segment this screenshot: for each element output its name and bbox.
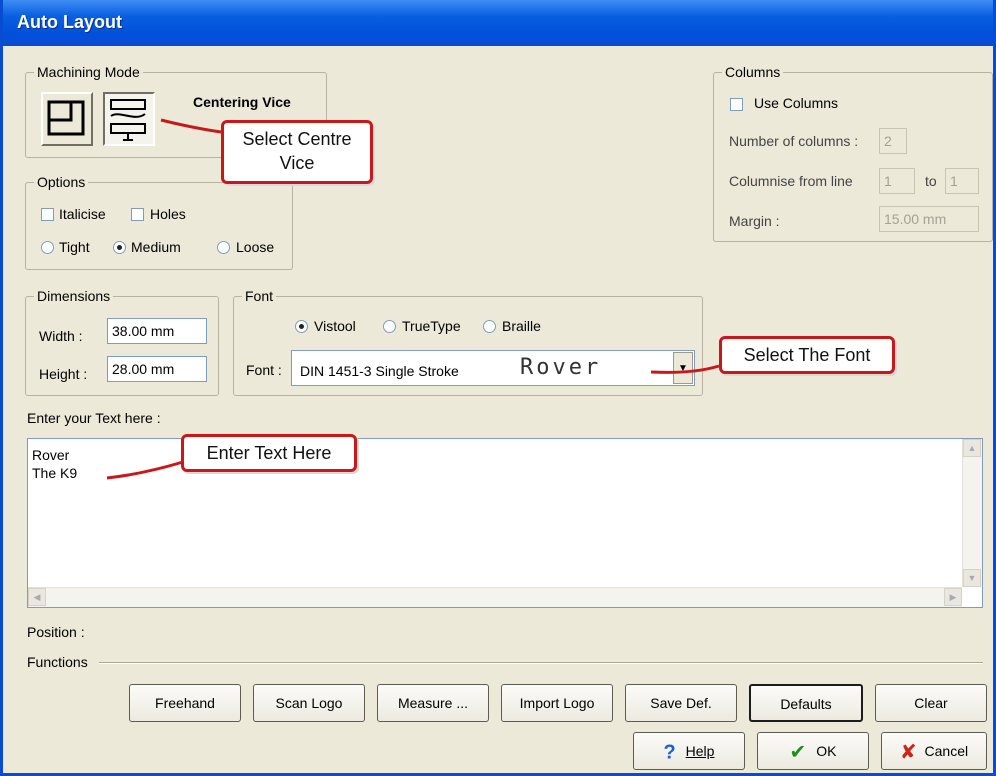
enter-text-callout: Enter Text Here (181, 434, 357, 472)
font-select-label: Font : (246, 362, 282, 378)
dimensions-legend: Dimensions (34, 288, 114, 304)
number-of-columns-label: Number of columns : (729, 133, 859, 149)
text-entry-area[interactable]: Rover The K9 ▲ ▼ ◀ ▶ (27, 438, 983, 608)
title-bar: Auto Layout (3, 0, 993, 46)
auto-layout-dialog: Auto Layout Machining Mode Centering Vic… (0, 0, 996, 776)
position-label: Position : (27, 624, 85, 640)
functions-label: Functions (27, 654, 88, 670)
centering-vice-button[interactable] (103, 92, 155, 146)
help-button[interactable]: ? Help (633, 732, 745, 770)
text-entry-label: Enter your Text here : (27, 410, 161, 426)
font-select-value: DIN 1451-3 Single Stroke (300, 363, 459, 379)
help-label: Help (685, 743, 715, 759)
columnise-from-label: Columnise from line (729, 173, 853, 189)
machining-mode-legend: Machining Mode (34, 64, 143, 80)
scroll-down-icon[interactable]: ▼ (963, 569, 981, 587)
braille-radio[interactable] (483, 320, 496, 333)
scroll-up-icon[interactable]: ▲ (963, 439, 981, 457)
medium-label: Medium (131, 239, 181, 255)
vertical-scrollbar[interactable]: ▲ ▼ (962, 439, 982, 587)
loose-label: Loose (236, 239, 275, 255)
import-logo-button[interactable]: Import Logo (501, 684, 613, 722)
defaults-button[interactable]: Defaults (749, 684, 863, 722)
vistool-radio[interactable] (295, 320, 308, 333)
freehand-button[interactable]: Freehand (129, 684, 241, 722)
width-label: Width : (39, 328, 83, 344)
clamp-mode-button[interactable] (41, 92, 93, 146)
window-title: Auto Layout (17, 12, 122, 32)
horizontal-scrollbar[interactable]: ◀ ▶ (28, 587, 962, 607)
columnise-from-field[interactable]: 1 (879, 168, 915, 194)
ok-label: OK (816, 743, 837, 759)
columns-legend: Columns (722, 64, 784, 80)
columnise-to-field[interactable]: 1 (945, 168, 979, 194)
text-line-1: Rover (32, 447, 70, 463)
height-field[interactable]: 28.00 mm (107, 356, 207, 382)
columnise-to-label: to (925, 173, 937, 189)
select-vice-text: Select Centre Vice (242, 129, 352, 173)
height-label: Height : (39, 366, 88, 382)
scroll-left-icon[interactable]: ◀ (28, 588, 46, 606)
width-field[interactable]: 38.00 mm (107, 318, 207, 344)
cancel-label: Cancel (924, 743, 969, 759)
ok-button[interactable]: ✔ OK (757, 732, 869, 770)
cancel-x-icon: ✘ (899, 741, 917, 764)
select-font-text: Select The Font (743, 345, 871, 365)
save-defaults-button[interactable]: Save Def. (625, 684, 737, 722)
margin-label: Margin : (729, 213, 780, 229)
italicise-checkbox[interactable] (41, 208, 54, 221)
functions-divider (99, 662, 983, 664)
scroll-right-icon[interactable]: ▶ (944, 588, 962, 606)
machining-mode-label: Centering Vice (193, 94, 291, 110)
truetype-radio[interactable] (383, 320, 396, 333)
help-icon: ? (663, 741, 676, 764)
medium-radio[interactable] (113, 241, 126, 254)
centering-vice-icon (110, 99, 146, 141)
scan-logo-button[interactable]: Scan Logo (253, 684, 365, 722)
clamp-mode-icon (47, 100, 85, 136)
options-legend: Options (34, 174, 89, 190)
font-preview: Rover (520, 355, 602, 380)
select-vice-callout: Select Centre Vice (221, 120, 373, 184)
tight-label: Tight (59, 239, 90, 255)
font-dropdown-arrow[interactable]: ▼ (673, 352, 693, 384)
italicise-label: Italicise (59, 206, 106, 222)
font-select[interactable]: DIN 1451-3 Single Stroke Rover ▼ (291, 350, 695, 386)
number-of-columns-field[interactable]: 2 (879, 128, 907, 154)
ok-checkmark-icon: ✔ (789, 741, 807, 764)
select-font-callout: Select The Font (719, 336, 895, 374)
holes-checkbox[interactable] (131, 208, 144, 221)
measure-button[interactable]: Measure ... (377, 684, 489, 722)
cancel-button[interactable]: ✘ Cancel (881, 732, 987, 770)
tight-radio[interactable] (41, 241, 54, 254)
vistool-label: Vistool (314, 318, 356, 334)
margin-field[interactable]: 15.00 mm (879, 206, 979, 232)
braille-label: Braille (502, 318, 541, 334)
options-group: Options (25, 174, 293, 270)
truetype-label: TrueType (402, 318, 461, 334)
use-columns-checkbox[interactable] (730, 98, 743, 111)
clear-button[interactable]: Clear (875, 684, 987, 722)
font-legend: Font (242, 288, 277, 304)
loose-radio[interactable] (217, 241, 230, 254)
enter-text-text: Enter Text Here (206, 443, 332, 463)
text-line-2: The K9 (32, 465, 78, 481)
use-columns-label: Use Columns (754, 95, 839, 111)
holes-label: Holes (150, 206, 186, 222)
